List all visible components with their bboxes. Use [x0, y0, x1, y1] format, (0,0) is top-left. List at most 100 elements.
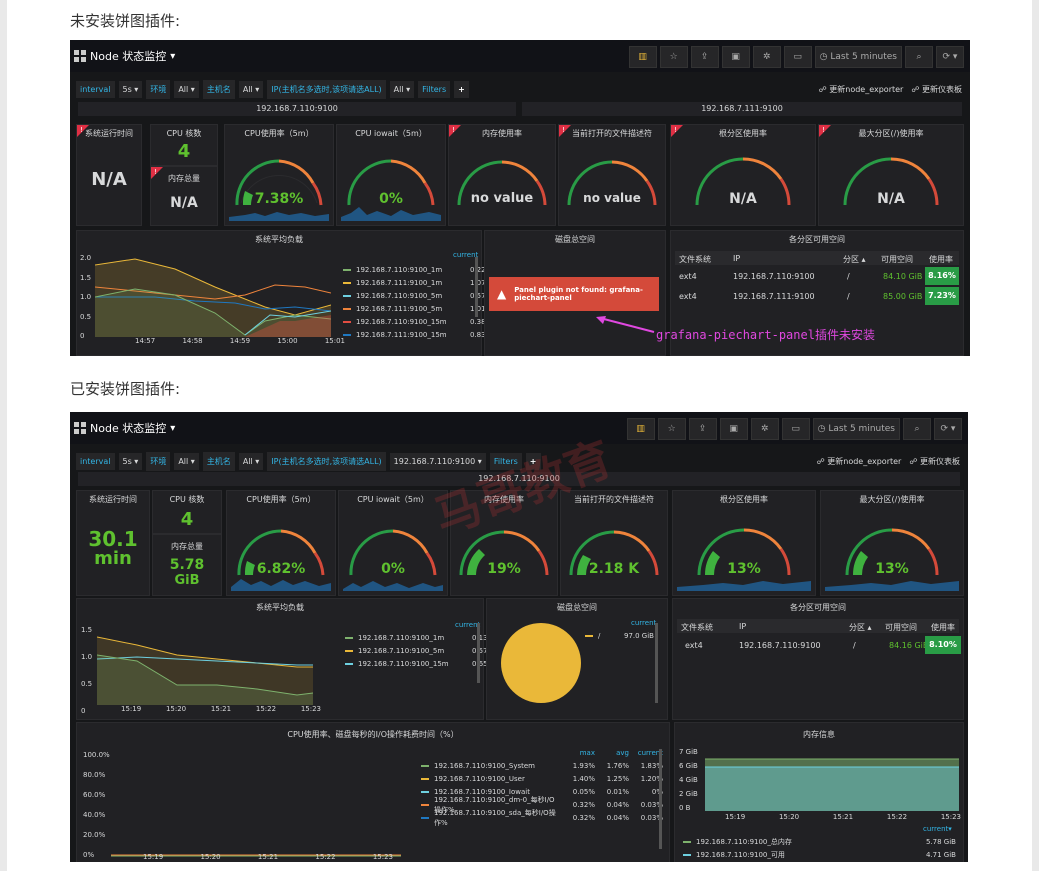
panel-title[interactable]: CPU使用率、磁盘每秒的I/O操作耗费时间（%） [77, 729, 669, 740]
panel-cpu-disk-io: CPU使用率、磁盘每秒的I/O操作耗费时间（%） 100.0% 80.0% 60.0… [76, 722, 670, 862]
legend-header[interactable]: current▾ [923, 825, 952, 833]
row-header[interactable]: 192.168.7.111:9100 [522, 102, 962, 116]
dashboard-title[interactable]: Node 状态监控 [90, 48, 166, 64]
legend-item[interactable]: 192.168.7.110:9100_1m 0.130 [345, 631, 492, 644]
panel-title[interactable]: 系统平均负载 [77, 602, 483, 613]
var-select-env[interactable]: All ▾ [174, 453, 199, 470]
link-update-exporter[interactable]: ☍ 更新node_exporter [819, 84, 904, 95]
x-axis: 15:19 15:20 15:21 15:22 15:23 [725, 813, 961, 821]
add-filter-button[interactable]: + [454, 81, 469, 98]
var-label-ip: IP(主机名多选时,该项请选ALL) [267, 80, 386, 99]
panel-title[interactable]: CPU 核数 [153, 494, 221, 505]
chevron-down-icon[interactable]: ▾ [170, 423, 175, 434]
legend-item[interactable]: 192.168.7.110:9100_5m 0.570 [343, 289, 490, 302]
var-select-ip[interactable]: All ▾ [389, 81, 415, 98]
var-select-interval[interactable]: 5s ▾ [118, 453, 143, 470]
panel-open-files: 当前打开的文件描述符 2.18 K [560, 490, 668, 596]
link-update-exporter[interactable]: ☍ 更新node_exporter [817, 456, 902, 467]
zoom-out-icon[interactable]: ⌕ [905, 46, 933, 68]
gauge [567, 160, 657, 206]
legend: 192.168.7.110:9100_System 1.93% 1.76% 1.83%… [421, 759, 663, 827]
col-free[interactable]: 可用空间 [885, 622, 917, 633]
legend-item[interactable]: 192.168.7.110:9100_可用 4.71 GiB [683, 848, 956, 861]
refresh-icon[interactable]: ⟳ ▾ [936, 46, 964, 68]
link-update-dashboard[interactable]: ☍ 更新仪表板 [911, 84, 962, 95]
panel-title[interactable]: 内存总量 [151, 173, 217, 184]
col-part[interactable]: 分区 ▴ [843, 254, 866, 265]
stat-value: 30.1 [88, 527, 138, 551]
col-part[interactable]: 分区 ▴ [849, 622, 872, 633]
panel-title[interactable]: 各分区可用空间 [671, 234, 963, 245]
col-fs[interactable]: 文件系统 [681, 622, 713, 633]
scrollbar[interactable] [475, 257, 478, 317]
link-update-dashboard[interactable]: ☍ 更新仪表板 [909, 456, 960, 467]
gauge-value: 19% [487, 561, 521, 577]
stat-value: N/A [170, 195, 198, 211]
scrollbar[interactable] [659, 749, 662, 849]
panel-title[interactable]: CPU 核数 [151, 128, 217, 139]
dashboard-title[interactable]: Node 状态监控 [90, 420, 166, 436]
star-icon[interactable]: ☆ [657, 418, 686, 440]
var-select-interval[interactable]: 5s ▾ [118, 81, 143, 98]
panel-title[interactable]: 内存总量 [153, 541, 221, 552]
var-select-env[interactable]: All ▾ [174, 81, 199, 98]
panel-title[interactable]: 系统运行时间 [77, 128, 141, 139]
panel-mem-usage: ! 内存使用率 no value [448, 124, 556, 226]
pie-slice[interactable] [501, 623, 581, 703]
panel-title[interactable]: 磁盘总空间 [487, 602, 667, 613]
col-usage[interactable]: 使用率 [929, 254, 953, 265]
scrollbar[interactable] [655, 623, 658, 703]
caption-before: 未安装饼图插件: [70, 12, 181, 30]
gauge-value: 6.82% [256, 561, 306, 577]
var-select-host[interactable]: All ▾ [238, 453, 264, 470]
gauge [843, 157, 939, 206]
legend-item[interactable]: 192.168.7.110:9100_5m 0.570 [345, 644, 492, 657]
legend-item[interactable]: 192.168.7.111:9100_5m 1.010 [343, 302, 490, 315]
legend-item[interactable]: 192.168.7.111:9100_1m 1.070 [343, 276, 490, 289]
tv-icon[interactable]: ▭ [783, 46, 812, 68]
legend-item[interactable]: /97.0 GiB [585, 629, 654, 642]
time-picker[interactable]: ◷ Last 5 minutes [814, 46, 902, 68]
dashboard-grid-icon[interactable] [74, 422, 86, 434]
save-icon[interactable]: ▣ [721, 46, 750, 68]
zoom-out-icon[interactable]: ⌕ [903, 418, 931, 440]
panel-mem-total: ! 内存总量 N/A [150, 166, 218, 226]
legend-item[interactable]: 192.168.7.110:9100_15m 0.380 [343, 315, 490, 328]
panel-title[interactable]: 各分区可用空间 [673, 602, 963, 613]
legend-item[interactable]: 192.168.7.111:9100_15m 0.830 [343, 328, 490, 341]
refresh-icon[interactable]: ⟳ ▾ [934, 418, 962, 440]
legend-item[interactable]: 192.168.7.110:9100_15m 0.650 [345, 657, 492, 670]
col-ip[interactable]: IP [739, 622, 746, 631]
tv-icon[interactable]: ▭ [781, 418, 810, 440]
legend-item[interactable]: 192.168.7.110:9100_总内存 5.78 GiB [683, 835, 956, 848]
legend-item[interactable]: 192.168.7.110:9100_System 1.93% 1.76% 1.83% [421, 759, 663, 772]
stat-value: N/A [91, 169, 127, 190]
share-icon[interactable]: ⇪ [688, 418, 717, 440]
legend-item[interactable]: 192.168.7.110:9100_User 1.40% 1.25% 1.20% [421, 772, 663, 785]
plugin-error-box: ▲ Panel plugin not found: grafana-piecha… [489, 277, 659, 311]
col-ip[interactable]: IP [733, 254, 740, 263]
chevron-down-icon[interactable]: ▾ [170, 51, 175, 62]
time-picker[interactable]: ◷ Last 5 minutes [812, 418, 900, 440]
var-select-host[interactable]: All ▾ [238, 81, 264, 98]
panel-title[interactable]: 系统运行时间 [77, 494, 149, 505]
scrollbar[interactable] [477, 623, 480, 683]
add-panel-icon[interactable]: ▥ [626, 418, 655, 440]
star-icon[interactable]: ☆ [659, 46, 688, 68]
panel-title[interactable]: 内存信息 [675, 729, 963, 740]
add-panel-icon[interactable]: ▥ [628, 46, 657, 68]
share-icon[interactable]: ⇪ [690, 46, 719, 68]
save-icon[interactable]: ▣ [719, 418, 748, 440]
legend-item[interactable]: 192.168.7.110:9100_1m 0.220 [343, 263, 490, 276]
col-fs[interactable]: 文件系统 [679, 254, 711, 265]
col-usage[interactable]: 使用率 [931, 622, 955, 633]
row-header[interactable]: 192.168.7.110:9100 [78, 102, 516, 116]
screenshot-after: Node 状态监控 ▾ ▥ ☆ ⇪ ▣ ✲ ▭ ◷ Last 5 minutes… [70, 412, 968, 862]
panel-title[interactable]: 系统平均负载 [77, 234, 481, 245]
dashboard-grid-icon[interactable] [74, 50, 86, 62]
panel-title[interactable]: 磁盘总空间 [485, 234, 665, 245]
legend-item[interactable]: 192.168.7.110:9100_sda_每秒I/O操作% 0.32% 0.04… [421, 809, 663, 827]
col-free[interactable]: 可用空间 [881, 254, 913, 265]
gear-icon[interactable]: ✲ [752, 46, 781, 68]
gear-icon[interactable]: ✲ [750, 418, 779, 440]
